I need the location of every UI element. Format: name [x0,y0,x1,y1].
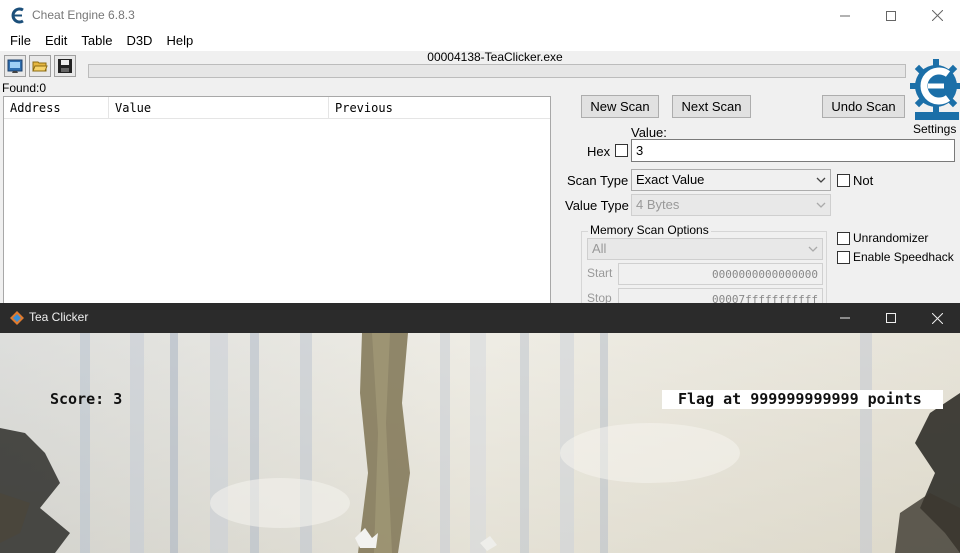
chevron-down-icon [816,177,826,183]
results-header: Address Value Previous [4,97,550,119]
scan-type-select[interactable]: Exact Value [631,169,831,191]
value-type-value: 4 Bytes [636,197,680,212]
column-value[interactable]: Value [109,97,329,119]
menu-file[interactable]: File [3,31,38,51]
game-canvas[interactable]: Score: 3 Flag at 999999999999 points [0,333,960,553]
tea-clicker-title: Tea Clicker [29,310,89,324]
value-label: Value: [631,125,667,140]
tea-clicker-app-icon [9,310,25,329]
new-scan-button[interactable]: New Scan [581,95,659,118]
maximize-icon [886,10,896,21]
cheat-engine-logo[interactable] [909,50,960,122]
minimize-icon [840,15,850,16]
column-address[interactable]: Address [4,97,109,119]
results-list[interactable]: Address Value Previous [3,96,551,303]
menu-table[interactable]: Table [74,31,119,51]
speedhack-checkbox[interactable] [837,251,850,264]
value-type-select[interactable]: 4 Bytes [631,194,831,216]
close-icon [931,10,943,21]
speedhack-label: Enable Speedhack [853,250,954,264]
memory-region-value: All [592,241,607,256]
window-title: Cheat Engine 6.8.3 [32,8,135,22]
column-previous[interactable]: Previous [329,97,550,119]
undo-scan-button[interactable]: Undo Scan [822,95,905,118]
menu-bar: File Edit Table D3D Help [0,31,960,51]
cheat-engine-window: Cheat Engine 6.8.3 File Edit Table D3D H… [0,0,960,303]
tea-close-button[interactable] [914,303,960,333]
flag-text: Flag at 999999999999 points [678,390,922,408]
scan-type-label: Scan Type [567,173,629,188]
not-checkbox[interactable] [837,174,850,187]
memory-region-select[interactable]: All [587,238,823,260]
value-input[interactable]: 3 [631,139,955,162]
chevron-down-icon [816,202,826,208]
start-label: Start [587,266,613,280]
open-file-button[interactable] [29,55,51,77]
tea-maximize-button[interactable] [868,303,914,333]
close-button[interactable] [914,0,960,31]
unrandomizer-checkbox[interactable] [837,232,850,245]
scan-type-value: Exact Value [636,172,705,187]
minimize-icon [840,317,850,319]
next-scan-button[interactable]: Next Scan [672,95,751,118]
start-address-input[interactable]: 0000000000000000 [618,263,823,285]
menu-help[interactable]: Help [159,31,200,51]
menu-d3d[interactable]: D3D [119,31,159,51]
ce-titlebar: Cheat Engine 6.8.3 [0,0,960,31]
tea-minimize-button[interactable] [822,303,868,333]
toolbar [4,55,76,77]
maximize-icon [886,313,896,323]
ce-window-controls [822,0,960,31]
open-file-icon [32,61,48,72]
close-icon [931,312,943,324]
save-button[interactable] [54,55,76,77]
cheat-engine-logo-icon [909,59,960,120]
save-icon [58,59,72,73]
tea-clicker-titlebar: Tea Clicker [0,303,960,333]
score-display: Score: 3 [50,390,123,408]
found-count: Found:0 [2,81,47,95]
select-process-button[interactable] [4,55,26,77]
cheat-engine-app-icon [10,7,26,24]
settings-label[interactable]: Settings [913,122,956,136]
memory-scan-options-label: Memory Scan Options [588,223,711,237]
hex-checkbox[interactable] [615,144,628,157]
minimize-button[interactable] [822,0,868,31]
value-type-label: Value Type [565,198,629,213]
hex-label: Hex [587,144,611,159]
stop-address-input[interactable]: 00007fffffffffff [618,288,823,303]
menu-edit[interactable]: Edit [38,31,74,51]
forest-background-image [0,333,960,553]
tea-clicker-window-controls [822,303,960,334]
tea-clicker-window: Tea Clicker Score: 3 Flag at 99999999999… [0,303,960,553]
stop-label: Stop [587,291,612,303]
process-title: 00004138-TeaClicker.exe [427,50,563,64]
maximize-button[interactable] [868,0,914,31]
scan-progress-bar [88,64,906,78]
chevron-down-icon [808,246,818,252]
not-label: Not [853,173,874,188]
select-process-icon [7,59,23,73]
unrandomizer-label: Unrandomizer [853,231,929,245]
